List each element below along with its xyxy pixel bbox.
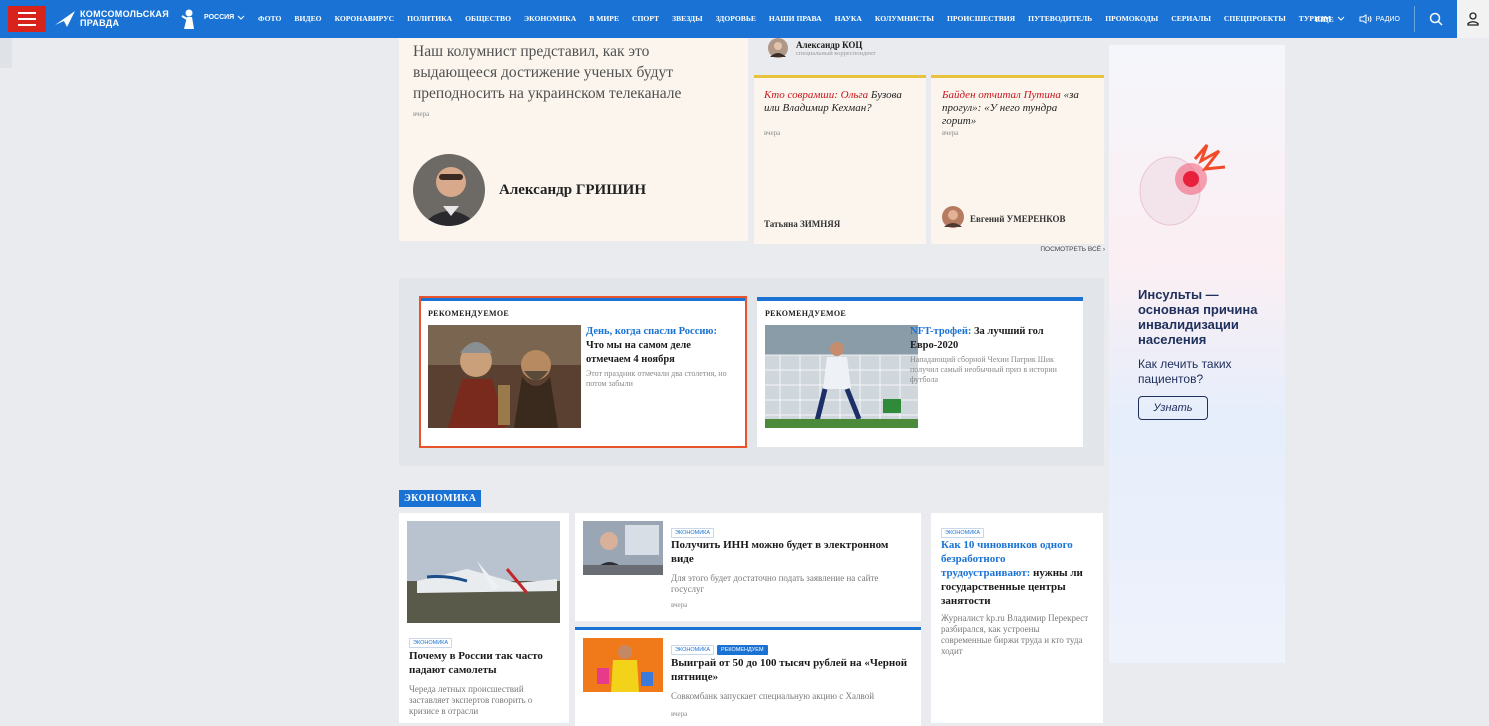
more-menu[interactable]: ЕЩЕ xyxy=(1315,15,1345,24)
recommended-card[interactable]: РЕКОМЕНДУЕМОЕ День, когда спасли Россию:… xyxy=(419,296,747,448)
economy-main-card[interactable]: ЭКОНОМИКА Почему в России так часто пада… xyxy=(399,513,569,723)
speaker-icon xyxy=(1359,14,1372,24)
logo-mascot-icon xyxy=(181,9,194,29)
menu-button[interactable] xyxy=(8,6,46,32)
nav-link[interactable]: ЗДОРОВЬЕ xyxy=(716,14,756,23)
lead-time: вчера xyxy=(413,110,430,118)
user-button[interactable] xyxy=(1457,0,1489,38)
nav-link[interactable]: СПОРТ xyxy=(632,14,659,23)
economy-news-image xyxy=(583,638,663,692)
columnist-avatar xyxy=(942,206,964,228)
nav-link[interactable]: КОРОНАВИРУС xyxy=(335,14,395,23)
nav-link[interactable]: НАУКА xyxy=(835,14,862,23)
recommended-image xyxy=(765,325,918,428)
nav-link[interactable]: ЭКОНОМИКА xyxy=(524,14,576,23)
top-author-avatar xyxy=(768,38,788,58)
user-icon xyxy=(1467,12,1479,26)
economy-news-title: Выиграй от 50 до 100 тысяч рублей на «Че… xyxy=(671,657,908,683)
nav-link[interactable]: ОБЩЕСТВО xyxy=(465,14,511,23)
nav-link[interactable]: ПРОИСШЕСТВИЯ xyxy=(947,14,1015,23)
columnist-card[interactable]: Кто соврамши: Ольга Бузова или Владимир … xyxy=(754,75,926,244)
author-avatar[interactable] xyxy=(413,154,485,226)
search-icon xyxy=(1429,12,1443,26)
side-tab xyxy=(0,38,12,68)
economy-main-title: Почему в России так часто падают самолет… xyxy=(409,650,543,676)
nav-link[interactable]: НАШИ ПРАВА xyxy=(769,14,822,23)
ad-banner[interactable]: Инсульты — основная причина инвалидизаци… xyxy=(1109,45,1285,663)
columnist-card[interactable]: Байден отчитал Путина «за прогул»: «У не… xyxy=(931,75,1104,244)
nav-link[interactable]: СЕРИАЛЫ xyxy=(1171,14,1211,23)
top-author[interactable]: Александр КОЦ специальный корреспондент xyxy=(768,38,876,58)
nav-link[interactable]: ВИДЕО xyxy=(294,14,321,23)
search-button[interactable] xyxy=(1414,6,1449,32)
nav-link[interactable]: СПЕЦПРОЕКТЫ xyxy=(1224,14,1286,23)
nav-link[interactable]: КОЛУМНИСТЫ xyxy=(875,14,934,23)
economy-text-card[interactable]: ЭКОНОМИКА Как 10 чиновников одного безра… xyxy=(931,513,1103,723)
chevron-down-icon xyxy=(1337,16,1345,21)
nav-link[interactable]: В МИРЕ xyxy=(589,14,619,23)
economy-news-card[interactable]: ЭКОНОМИКА Получить ИНН можно будет в эле… xyxy=(575,513,921,621)
top-navbar: КОМСОМОЛЬСКАЯ ПРАВДА РОССИЯ ФОТО ВИДЕО КОР… xyxy=(0,0,1489,38)
nav-link[interactable]: ПОЛИТИКА xyxy=(407,14,452,23)
economy-text-title: Как 10 чиновников одного безработного тр… xyxy=(941,539,1083,607)
region-select[interactable]: РОССИЯ xyxy=(204,14,245,21)
section-title-economy[interactable]: ЭКОНОМИКА xyxy=(399,490,482,507)
site-logo[interactable]: КОМСОМОЛЬСКАЯ ПРАВДА xyxy=(54,7,197,31)
main-nav: ФОТО ВИДЕО КОРОНАВИРУС ПОЛИТИКА ОБЩЕСТВО ЭКОН… xyxy=(258,14,1344,23)
chevron-down-icon xyxy=(237,15,245,20)
nav-link[interactable]: ПРОМОКОДЫ xyxy=(1105,14,1158,23)
brain-illustration xyxy=(1139,144,1226,226)
recommended-card[interactable]: РЕКОМЕНДУЕМОЕ NFT-трофей: За лучший гол … xyxy=(757,297,1083,447)
ad-cta-button[interactable]: Узнать xyxy=(1138,396,1208,420)
economy-main-image xyxy=(407,521,560,623)
recommended-title: NFT-трофей: За лучший гол Евро-2020 xyxy=(910,326,1044,351)
economy-news-title: Получить ИНН можно будет в электронном в… xyxy=(671,539,889,565)
radio-button[interactable]: РАДИО xyxy=(1359,14,1400,24)
nav-link[interactable]: ФОТО xyxy=(258,14,281,23)
recommended-image xyxy=(428,325,581,428)
economy-news-card[interactable]: ЭКОНОМИКА РЕКОМЕНДУЕМ Выиграй от 50 до 10… xyxy=(575,627,921,726)
author-name[interactable]: Александр ГРИШИН xyxy=(499,182,646,199)
columnist-author: Татьяна ЗИМНЯЯ xyxy=(764,219,841,229)
recommended-title: День, когда спасли Россию: Что мы на сам… xyxy=(586,326,717,365)
logo-bird-icon xyxy=(55,11,75,27)
lead-article-text[interactable]: Наш колумнист представил, как это выдающ… xyxy=(413,41,733,104)
nav-link[interactable]: ПУТЕВОДИТЕЛЬ xyxy=(1028,14,1092,23)
author-photo-image xyxy=(413,154,485,226)
nav-link[interactable]: ЗВЕЗДЫ xyxy=(672,14,702,23)
see-all-link[interactable]: ПОСМОТРЕТЬ ВСЁ › xyxy=(1040,246,1105,253)
columnist-author: Евгений УМЕРЕНКОВ xyxy=(970,214,1066,224)
economy-news-image xyxy=(583,521,663,575)
